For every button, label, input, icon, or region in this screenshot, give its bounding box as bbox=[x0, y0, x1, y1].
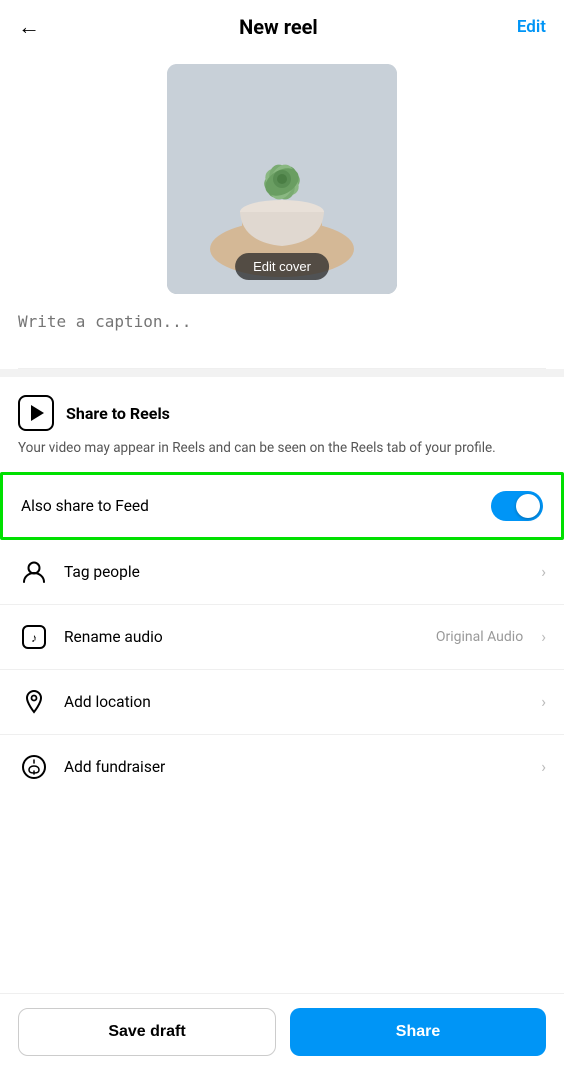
rename-audio-label: Rename audio bbox=[64, 628, 422, 646]
section-divider bbox=[0, 369, 564, 377]
add-location-chevron-icon: › bbox=[541, 692, 546, 711]
tag-people-icon bbox=[18, 556, 50, 588]
edit-button[interactable]: Edit bbox=[517, 17, 546, 37]
reels-icon bbox=[18, 395, 54, 431]
rename-audio-row[interactable]: ♪ Rename audio Original Audio › bbox=[0, 605, 564, 670]
caption-input[interactable] bbox=[18, 312, 546, 350]
play-triangle-icon bbox=[31, 405, 44, 421]
svg-text:♪: ♪ bbox=[31, 631, 37, 645]
caption-section bbox=[0, 294, 564, 368]
menu-list: Tag people › ♪ Rename audio Original Aud… bbox=[0, 540, 564, 799]
toggle-knob bbox=[516, 494, 540, 518]
rename-audio-icon: ♪ bbox=[18, 621, 50, 653]
back-button[interactable]: ← bbox=[18, 14, 40, 40]
edit-cover-button[interactable]: Edit cover bbox=[235, 253, 329, 280]
also-share-to-feed-row[interactable]: Also share to Feed bbox=[0, 472, 564, 540]
bottom-spacer bbox=[0, 799, 564, 899]
tag-people-chevron-icon: › bbox=[541, 562, 546, 581]
rename-audio-value: Original Audio bbox=[436, 629, 523, 645]
tag-people-row[interactable]: Tag people › bbox=[0, 540, 564, 605]
share-reels-section: Share to Reels Your video may appear in … bbox=[0, 377, 564, 472]
rename-audio-chevron-icon: › bbox=[541, 627, 546, 646]
tag-people-label: Tag people bbox=[64, 563, 527, 581]
page-title: New reel bbox=[239, 15, 318, 39]
share-reels-header: Share to Reels bbox=[18, 395, 546, 431]
share-button[interactable]: Share bbox=[290, 1008, 546, 1056]
share-reels-title: Share to Reels bbox=[66, 404, 170, 423]
add-location-row[interactable]: Add location › bbox=[0, 670, 564, 735]
fundraiser-icon bbox=[18, 751, 50, 783]
cover-section: Edit cover bbox=[0, 54, 564, 294]
share-reels-description: Your video may appear in Reels and can b… bbox=[18, 439, 546, 458]
add-fundraiser-label: Add fundraiser bbox=[64, 758, 527, 776]
bottom-bar: Save draft Share bbox=[0, 993, 564, 1080]
also-share-label: Also share to Feed bbox=[21, 497, 149, 515]
add-location-label: Add location bbox=[64, 693, 527, 711]
add-fundraiser-row[interactable]: Add fundraiser › bbox=[0, 735, 564, 799]
also-share-toggle[interactable] bbox=[491, 491, 543, 521]
cover-container: Edit cover bbox=[167, 64, 397, 294]
header: ← New reel Edit bbox=[0, 0, 564, 54]
save-draft-button[interactable]: Save draft bbox=[18, 1008, 276, 1056]
add-fundraiser-chevron-icon: › bbox=[541, 757, 546, 776]
location-icon bbox=[18, 686, 50, 718]
